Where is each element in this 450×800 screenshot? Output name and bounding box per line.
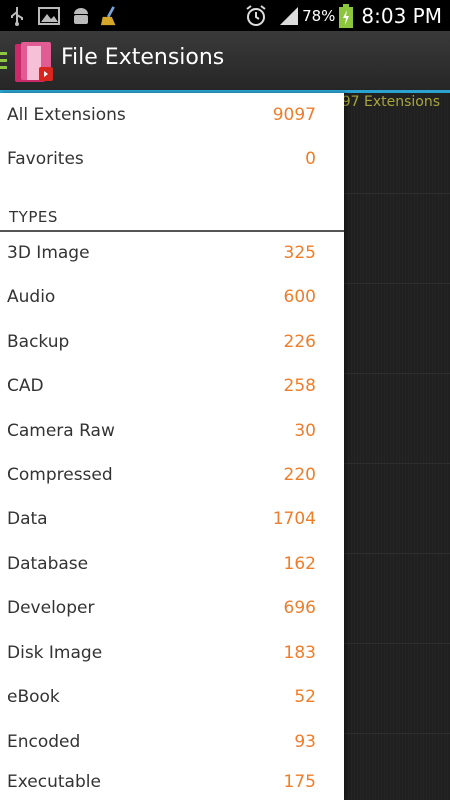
navigation-drawer: All Extensions 9097 Favorites 0 TYPES 3D… (0, 93, 344, 800)
item-label: Developer (7, 598, 95, 618)
android-debug-icon (74, 8, 88, 24)
item-count: 183 (283, 643, 316, 663)
drawer-item-cad[interactable]: CAD 258 (0, 364, 344, 408)
drawer-item-compressed[interactable]: Compressed 220 (0, 453, 344, 497)
app-logo-icon[interactable] (13, 41, 55, 85)
item-count: 226 (283, 332, 316, 352)
drawer-item-encoded[interactable]: Encoded 93 (0, 720, 344, 764)
item-count: 1704 (272, 509, 316, 529)
divider (344, 643, 450, 644)
usb-icon (11, 7, 23, 26)
divider (344, 733, 450, 734)
item-label: CAD (7, 376, 44, 396)
drawer-item-backup[interactable]: Backup 226 (0, 320, 344, 364)
item-count: 175 (283, 771, 316, 792)
clock: 8:03 PM (361, 3, 442, 28)
item-count: 9097 (272, 105, 316, 125)
drawer-item-developer[interactable]: Developer 696 (0, 586, 344, 630)
divider (344, 553, 450, 554)
drawer-item-audio[interactable]: Audio 600 (0, 275, 344, 319)
action-bar: File Extensions (0, 31, 450, 93)
drawer-item-all-extensions[interactable]: All Extensions 9097 (0, 93, 344, 137)
drawer-item-executable[interactable]: Executable 175 (0, 763, 344, 800)
item-label: Camera Raw (7, 421, 115, 441)
item-count: 0 (305, 149, 316, 169)
drawer-item-ebook[interactable]: eBook 52 (0, 675, 344, 719)
drawer-item-camera-raw[interactable]: Camera Raw 30 (0, 409, 344, 453)
item-count: 325 (283, 243, 316, 263)
item-count: 696 (283, 598, 316, 618)
cleaner-broom-icon (100, 6, 116, 26)
item-count: 162 (283, 554, 316, 574)
item-count: 30 (294, 421, 316, 441)
alarm-icon (246, 4, 266, 26)
item-label: 3D Image (7, 243, 90, 263)
item-label: All Extensions (7, 105, 126, 125)
app-title: File Extensions (61, 45, 225, 70)
item-label: Data (7, 509, 48, 529)
divider (344, 463, 450, 464)
item-label: Compressed (7, 465, 113, 485)
extensions-count-header: 97 Extensions (341, 94, 440, 110)
item-label: Encoded (7, 732, 81, 752)
divider (344, 193, 450, 194)
drawer-item-favorites[interactable]: Favorites 0 (0, 137, 344, 181)
section-title-types: TYPES (9, 208, 58, 226)
divider (344, 283, 450, 284)
item-label: Database (7, 554, 89, 574)
battery-percent: 78% (302, 6, 336, 25)
item-label: Executable (7, 771, 101, 792)
item-label: Backup (7, 332, 70, 352)
drawer-item-3d-image[interactable]: 3D Image 325 (0, 231, 344, 275)
drawer-item-database[interactable]: Database 162 (0, 542, 344, 586)
drawer-item-data[interactable]: Data 1704 (0, 497, 344, 541)
item-count: 258 (283, 376, 316, 396)
divider (344, 373, 450, 374)
item-count: 93 (294, 732, 316, 752)
drawer-item-disk-image[interactable]: Disk Image 183 (0, 631, 344, 675)
item-label: Disk Image (7, 643, 103, 663)
item-label: Audio (7, 287, 56, 307)
item-label: eBook (7, 687, 60, 707)
item-count: 600 (283, 287, 316, 307)
battery-charging-icon (339, 3, 354, 28)
item-count: 220 (283, 465, 316, 485)
drawer-indicator-icon[interactable] (0, 52, 8, 70)
item-count: 52 (294, 687, 316, 707)
signal-icon (280, 6, 299, 25)
item-label: Favorites (7, 149, 84, 169)
image-icon (38, 7, 60, 25)
status-bar: 78% 8:03 PM (0, 0, 450, 31)
